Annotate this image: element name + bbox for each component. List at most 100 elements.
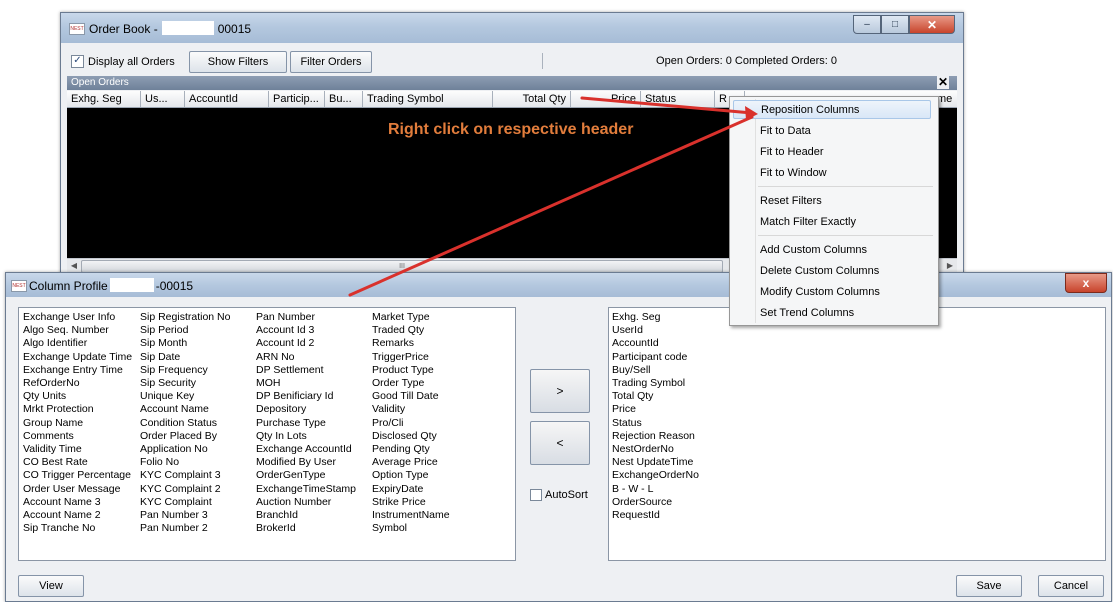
available-column-item[interactable]: Purchase Type — [256, 417, 356, 430]
selected-columns-list[interactable]: Exhg. Seg UserId AccountId Participant code… — [608, 307, 1106, 561]
available-column-item[interactable]: Exchange Update Time — [23, 351, 132, 364]
available-column-item[interactable]: Strike Price — [372, 496, 450, 509]
available-column-item[interactable]: Sip Period — [140, 324, 230, 337]
selected-column-item[interactable]: Rejection Reason — [612, 430, 699, 443]
available-column-item[interactable]: Depository — [256, 403, 356, 416]
available-column-item[interactable]: Application No — [140, 443, 230, 456]
column-header-trading-symbol[interactable]: Trading Symbol — [363, 91, 493, 107]
available-column-item[interactable]: RefOrderNo — [23, 377, 132, 390]
available-column-item[interactable]: CO Best Rate — [23, 456, 132, 469]
selected-column-item[interactable]: Price — [612, 403, 699, 416]
menu-item-add-custom-columns[interactable]: Add Custom Columns — [760, 244, 867, 256]
selected-column-item[interactable]: AccountId — [612, 337, 699, 350]
maximize-button[interactable]: □ — [881, 15, 909, 34]
column-header-participant[interactable]: Particip... — [269, 91, 325, 107]
available-column-item[interactable]: Account Id 2 — [256, 337, 356, 350]
available-column-item[interactable]: Group Name — [23, 417, 132, 430]
display-all-orders-checkbox[interactable]: ✓ Display all Orders — [71, 55, 175, 68]
selected-column-item[interactable]: Trading Symbol — [612, 377, 699, 390]
column-header-status[interactable]: Status — [641, 91, 715, 107]
available-column-item[interactable]: Order User Message — [23, 483, 132, 496]
column-header-price[interactable]: Price — [571, 91, 641, 107]
available-column-item[interactable]: Folio No — [140, 456, 230, 469]
available-column-item[interactable]: KYC Complaint 3 — [140, 469, 230, 482]
menu-item-set-trend-columns[interactable]: Set Trend Columns — [760, 307, 854, 319]
menu-item-reset-filters[interactable]: Reset Filters — [760, 195, 822, 207]
available-column-item[interactable]: Unique Key — [140, 390, 230, 403]
available-column-item[interactable]: Sip Date — [140, 351, 230, 364]
available-column-item[interactable]: DP Settlement — [256, 364, 356, 377]
order-book-titlebar[interactable]: NEST Order Book - 00015 – □ ✕ — [61, 13, 963, 43]
available-column-item[interactable]: Order Placed By — [140, 430, 230, 443]
close-button[interactable]: x — [1065, 273, 1107, 293]
cancel-button[interactable]: Cancel — [1038, 575, 1104, 597]
available-column-item[interactable]: MOH — [256, 377, 356, 390]
available-column-item[interactable]: OrderGenType — [256, 469, 356, 482]
available-column-item[interactable]: Qty Units — [23, 390, 132, 403]
save-button[interactable]: Save — [956, 575, 1022, 597]
selected-column-item[interactable]: NestOrderNo — [612, 443, 699, 456]
available-column-item[interactable]: BranchId — [256, 509, 356, 522]
view-button[interactable]: View — [18, 575, 84, 597]
available-column-item[interactable]: Option Type — [372, 469, 450, 482]
available-column-item[interactable]: Comments — [23, 430, 132, 443]
available-column-item[interactable]: Sip Security — [140, 377, 230, 390]
available-column-item[interactable]: Validity Time — [23, 443, 132, 456]
selected-column-item[interactable]: ExchangeOrderNo — [612, 469, 699, 482]
available-column-item[interactable]: InstrumentName — [372, 509, 450, 522]
available-column-item[interactable]: Symbol — [372, 522, 450, 535]
available-column-item[interactable]: KYC Complaint 2 — [140, 483, 230, 496]
menu-item-delete-custom-columns[interactable]: Delete Custom Columns — [760, 265, 879, 277]
column-profile-titlebar[interactable]: NEST Column Profile -00015 x — [6, 273, 1111, 297]
available-column-item[interactable]: Account Name — [140, 403, 230, 416]
available-column-item[interactable]: Product Type — [372, 364, 450, 377]
selected-column-item[interactable]: Exhg. Seg — [612, 311, 699, 324]
selected-column-item[interactable]: RequestId — [612, 509, 699, 522]
menu-item-fit-to-header[interactable]: Fit to Header — [760, 146, 824, 158]
selected-column-item[interactable]: Buy/Sell — [612, 364, 699, 377]
available-column-item[interactable]: Order Type — [372, 377, 450, 390]
available-column-item[interactable]: Pan Number 2 — [140, 522, 230, 535]
available-column-item[interactable]: Pending Qty — [372, 443, 450, 456]
selected-column-item[interactable]: Total Qty — [612, 390, 699, 403]
available-column-item[interactable]: Algo Seq. Number — [23, 324, 132, 337]
available-column-item[interactable]: Pan Number — [256, 311, 356, 324]
move-right-button[interactable]: > — [530, 369, 590, 413]
available-column-item[interactable]: Algo Identifier — [23, 337, 132, 350]
move-left-button[interactable]: < — [530, 421, 590, 465]
available-column-item[interactable]: Sip Tranche No — [23, 522, 132, 535]
show-filters-button[interactable]: Show Filters — [189, 51, 287, 73]
available-column-item[interactable]: TriggerPrice — [372, 351, 450, 364]
column-header-account-id[interactable]: AccountId — [185, 91, 269, 107]
available-column-item[interactable]: Average Price — [372, 456, 450, 469]
selected-column-item[interactable]: B - W - L — [612, 483, 699, 496]
scroll-right-icon[interactable]: ▶ — [944, 260, 956, 272]
available-column-item[interactable]: Sip Frequency — [140, 364, 230, 377]
available-column-item[interactable]: Exchange User Info — [23, 311, 132, 324]
available-column-item[interactable]: Traded Qty — [372, 324, 450, 337]
filter-orders-button[interactable]: Filter Orders — [290, 51, 372, 73]
available-column-item[interactable]: Mrkt Protection — [23, 403, 132, 416]
available-column-item[interactable]: Pan Number 3 — [140, 509, 230, 522]
available-column-item[interactable]: Validity — [372, 403, 450, 416]
available-column-item[interactable]: DP Benificiary Id — [256, 390, 356, 403]
menu-item-fit-to-data[interactable]: Fit to Data — [760, 125, 811, 137]
selected-column-item[interactable]: UserId — [612, 324, 699, 337]
column-header-buy-sell[interactable]: Bu... — [325, 91, 363, 107]
available-column-item[interactable]: ARN No — [256, 351, 356, 364]
minimize-button[interactable]: – — [853, 15, 881, 34]
selected-column-item[interactable]: Nest UpdateTime — [612, 456, 699, 469]
available-column-item[interactable]: Condition Status — [140, 417, 230, 430]
close-button[interactable]: ✕ — [909, 15, 955, 34]
available-column-item[interactable]: Remarks — [372, 337, 450, 350]
autosort-checkbox[interactable]: AutoSort — [530, 489, 588, 501]
available-column-item[interactable]: Exchange AccountId — [256, 443, 356, 456]
available-column-item[interactable]: Pro/Cli — [372, 417, 450, 430]
available-column-item[interactable]: Good Till Date — [372, 390, 450, 403]
scroll-left-icon[interactable]: ◀ — [68, 260, 80, 272]
column-header-exhg-seg[interactable]: Exhg. Seg — [67, 91, 141, 107]
available-column-item[interactable]: Account Name 2 — [23, 509, 132, 522]
available-column-item[interactable]: Sip Month — [140, 337, 230, 350]
available-column-item[interactable]: Account Name 3 — [23, 496, 132, 509]
available-column-item[interactable]: CO Trigger Percentage — [23, 469, 132, 482]
